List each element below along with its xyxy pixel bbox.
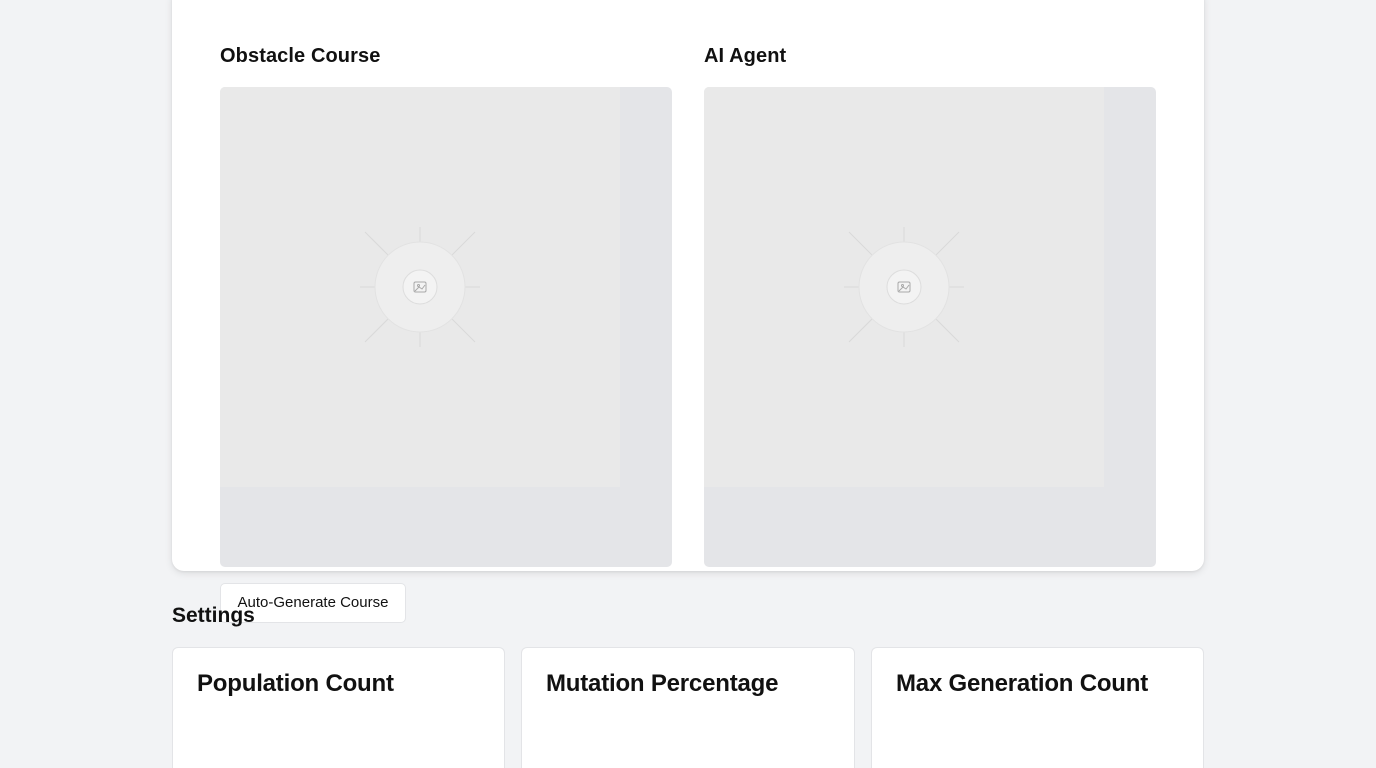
image-placeholder-icon (844, 227, 964, 347)
mutation-percentage-title: Mutation Percentage (546, 670, 779, 697)
obstacle-course-canvas[interactable] (220, 87, 672, 567)
settings-heading: Settings (172, 604, 255, 627)
max-generation-count-title: Max Generation Count (896, 670, 1149, 697)
obstacle-course-title: Obstacle Course (220, 45, 381, 67)
mutation-percentage-card[interactable]: Mutation Percentage (521, 647, 855, 768)
population-count-title: Population Count (197, 670, 394, 697)
page: Obstacle Course AI Agent Auto-Generate C… (0, 0, 1376, 768)
obstacle-course-image (220, 87, 620, 487)
ai-agent-image (704, 87, 1104, 487)
ai-agent-canvas[interactable] (704, 87, 1156, 567)
population-count-card[interactable]: Population Count (172, 647, 505, 768)
image-placeholder-icon (360, 227, 480, 347)
ai-agent-title: AI Agent (704, 45, 787, 67)
max-generation-count-card[interactable]: Max Generation Count (871, 647, 1204, 768)
